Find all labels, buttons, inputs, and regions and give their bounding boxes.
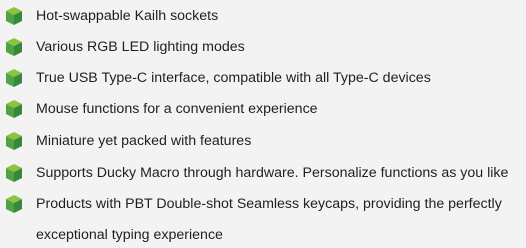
green-cube-icon bbox=[5, 163, 23, 183]
green-cube-icon bbox=[5, 37, 23, 57]
feature-text: Various RGB LED lighting modes bbox=[36, 39, 245, 55]
green-cube-icon bbox=[5, 68, 23, 88]
green-cube-icon bbox=[5, 131, 23, 151]
feature-text: Supports Ducky Macro through hardware. P… bbox=[36, 165, 509, 181]
green-cube-icon bbox=[5, 6, 23, 26]
feature-text: exceptional typing experience bbox=[36, 227, 223, 243]
green-cube-icon bbox=[5, 99, 23, 119]
feature-text: True USB Type-C interface, compatible wi… bbox=[36, 70, 431, 86]
feature-text: Miniature yet packed with features bbox=[36, 133, 252, 149]
feature-text: Hot-swappable Kailh sockets bbox=[36, 8, 219, 24]
feature-text: Mouse functions for a convenient experie… bbox=[36, 101, 318, 117]
feature-text: Products with PBT Double-shot Seamless k… bbox=[36, 196, 502, 212]
green-cube-icon bbox=[5, 194, 23, 214]
